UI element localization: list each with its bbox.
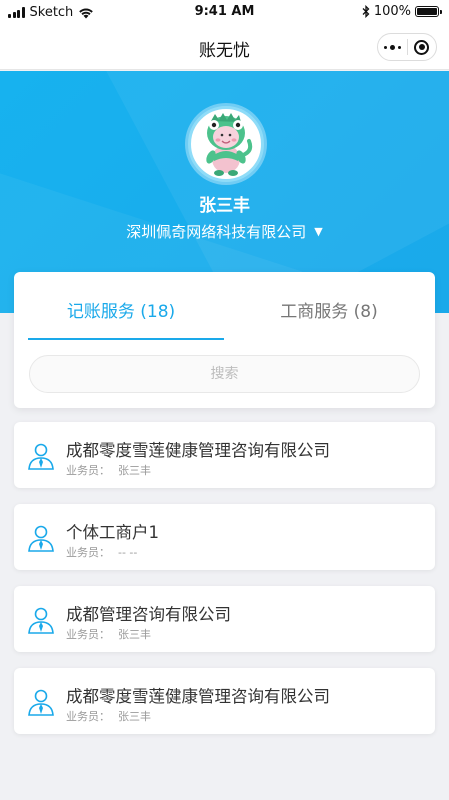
- close-button[interactable]: [408, 34, 437, 60]
- salesperson-line: 业务员： -- --: [66, 544, 137, 560]
- salesperson-label: 业务员：: [66, 464, 110, 477]
- company-title: 成都管理咨询有限公司: [66, 605, 231, 624]
- salesperson-name: 张三丰: [118, 464, 151, 477]
- status-bar: Sketch 9:41 AM 100%: [0, 0, 449, 24]
- nav-bar: 账无忧: [0, 24, 449, 70]
- battery-percent: 100%: [373, 4, 411, 19]
- more-button[interactable]: [378, 34, 407, 60]
- salesperson-line: 业务员： 张三丰: [66, 708, 151, 724]
- company-title: 成都零度雪莲健康管理咨询有限公司: [66, 441, 330, 460]
- company-title: 成都零度雪莲健康管理咨询有限公司: [66, 687, 330, 706]
- caret-down-icon: ▼: [314, 225, 323, 238]
- company-list-item[interactable]: 成都管理咨询有限公司 业务员： 张三丰: [14, 586, 435, 652]
- company-list-item[interactable]: 成都零度雪莲健康管理咨询有限公司 业务员： 张三丰: [14, 422, 435, 488]
- close-target-icon: [414, 39, 430, 55]
- salesperson-line: 业务员： 张三丰: [66, 626, 151, 642]
- tab-bookkeeping[interactable]: 记账服务 (18): [16, 297, 226, 322]
- battery-level: [417, 8, 437, 15]
- salesperson-icon: [28, 525, 54, 552]
- salesperson-icon: [28, 689, 54, 716]
- salesperson-icon: [28, 443, 54, 470]
- salesperson-name: -- --: [118, 546, 138, 559]
- mini-program-capsule: [377, 33, 437, 61]
- battery-icon: [415, 6, 442, 17]
- company-list-item[interactable]: 成都零度雪莲健康管理咨询有限公司 业务员： 张三丰: [14, 668, 435, 734]
- avatar[interactable]: [188, 106, 264, 182]
- tab-business[interactable]: 工商服务 (8): [224, 297, 434, 322]
- search-input[interactable]: 搜索: [29, 355, 420, 393]
- salesperson-name: 张三丰: [118, 628, 151, 641]
- mascot-avatar-icon: [206, 113, 253, 176]
- user-name: 张三丰: [199, 196, 250, 216]
- bluetooth-icon: [362, 5, 370, 18]
- salesperson-label: 业务员：: [66, 628, 110, 641]
- company-selector[interactable]: 深圳佩奇网络科技有限公司 ▼: [0, 221, 449, 242]
- company-title: 个体工商户1: [66, 523, 159, 542]
- salesperson-line: 业务员： 张三丰: [66, 462, 151, 478]
- salesperson-icon: [28, 607, 54, 634]
- company-name: 深圳佩奇网络科技有限公司: [126, 223, 307, 241]
- company-list-item[interactable]: 个体工商户1 业务员： -- --: [14, 504, 435, 570]
- salesperson-label: 业务员：: [66, 546, 110, 559]
- status-right: 100%: [362, 4, 442, 19]
- salesperson-label: 业务员：: [66, 710, 110, 723]
- service-tabs-card: 记账服务 (18) 工商服务 (8) 搜索: [14, 272, 435, 408]
- salesperson-name: 张三丰: [118, 710, 151, 723]
- active-tab-indicator: [28, 338, 224, 340]
- more-icon: [383, 44, 401, 50]
